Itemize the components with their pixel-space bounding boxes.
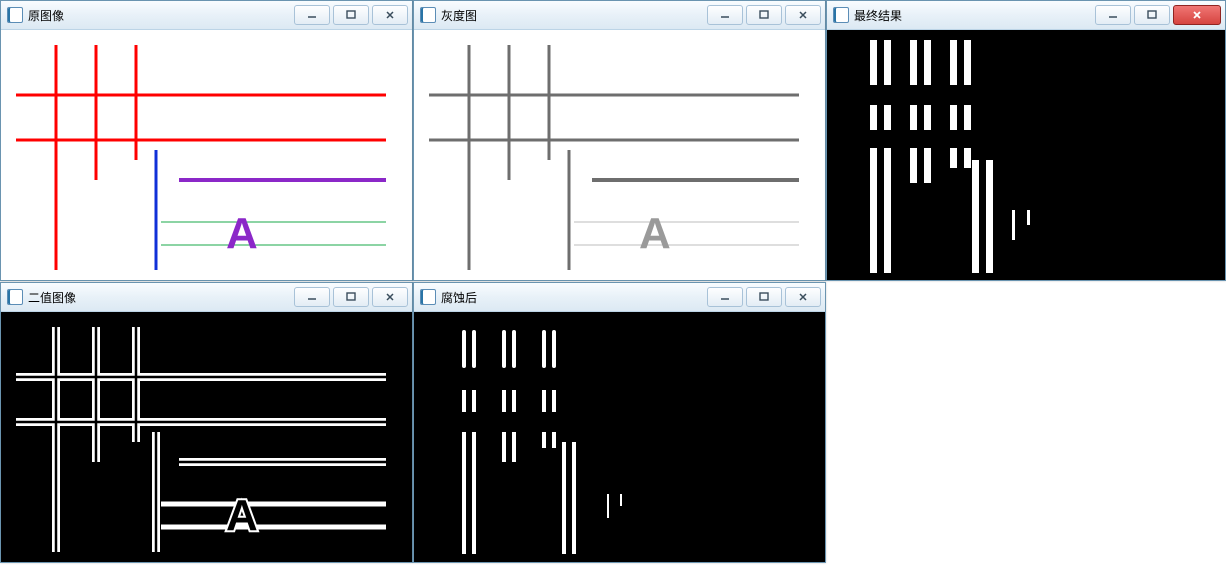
title-final: 最终结果 <box>854 7 1092 24</box>
maximize-button[interactable] <box>746 5 782 25</box>
app-icon <box>420 7 436 23</box>
window-binary: 二值图像 <box>0 282 413 563</box>
titlebar-final: 最终结果 <box>827 1 1225 30</box>
window-final: 最终结果 <box>826 0 1226 281</box>
window-original: 原图像 A <box>0 0 413 281</box>
titlebar-original: 原图像 <box>1 1 412 30</box>
window-buttons <box>291 5 408 25</box>
window-buttons <box>704 5 821 25</box>
window-grayscale: 灰度图 A <box>413 0 826 281</box>
title-grayscale: 灰度图 <box>441 7 704 24</box>
minimize-button[interactable] <box>294 287 330 307</box>
canvas-grayscale: A <box>414 30 825 280</box>
canvas-eroded <box>414 312 825 562</box>
maximize-button[interactable] <box>333 5 369 25</box>
titlebar-grayscale: 灰度图 <box>414 1 825 30</box>
close-button[interactable] <box>372 287 408 307</box>
app-icon <box>833 7 849 23</box>
canvas-binary: A <box>1 312 412 562</box>
close-button[interactable] <box>1173 5 1221 25</box>
close-button[interactable] <box>785 287 821 307</box>
app-icon <box>7 7 23 23</box>
minimize-button[interactable] <box>707 287 743 307</box>
app-icon <box>420 289 436 305</box>
window-buttons <box>1092 5 1221 25</box>
app-icon <box>7 289 23 305</box>
minimize-button[interactable] <box>707 5 743 25</box>
titlebar-binary: 二值图像 <box>1 283 412 312</box>
letter-a: A <box>226 209 258 258</box>
title-binary: 二值图像 <box>28 289 291 306</box>
window-eroded: 腐蚀后 <box>413 282 826 563</box>
canvas-original: A <box>1 30 412 280</box>
window-buttons <box>704 287 821 307</box>
canvas-final <box>827 30 1225 280</box>
letter-a: A <box>639 209 671 258</box>
letter-a: A <box>226 491 258 540</box>
title-eroded: 腐蚀后 <box>441 289 704 306</box>
titlebar-eroded: 腐蚀后 <box>414 283 825 312</box>
minimize-button[interactable] <box>294 5 330 25</box>
minimize-button[interactable] <box>1095 5 1131 25</box>
close-button[interactable] <box>785 5 821 25</box>
title-original: 原图像 <box>28 7 291 24</box>
maximize-button[interactable] <box>746 287 782 307</box>
maximize-button[interactable] <box>333 287 369 307</box>
maximize-button[interactable] <box>1134 5 1170 25</box>
window-buttons <box>291 287 408 307</box>
close-button[interactable] <box>372 5 408 25</box>
